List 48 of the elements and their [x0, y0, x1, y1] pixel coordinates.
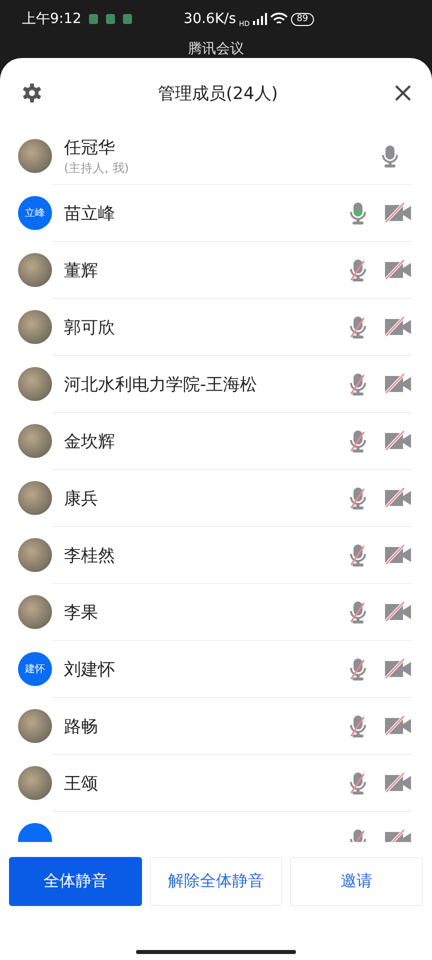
- avatar-photo: [18, 253, 52, 287]
- member-name: 李果: [64, 602, 99, 624]
- camera-off-icon[interactable]: [384, 715, 412, 737]
- avatar-photo: [18, 538, 52, 572]
- settings-icon[interactable]: [22, 83, 42, 103]
- member-name: 河北水利电力学院-王海松: [64, 374, 258, 396]
- avatar-photo: [18, 481, 52, 515]
- member-name: 康兵: [64, 488, 99, 510]
- camera-off-icon[interactable]: [384, 601, 412, 623]
- avatar-photo: [18, 310, 52, 344]
- camera-off-icon[interactable]: [384, 772, 412, 794]
- member-name: 任冠华: [64, 136, 116, 158]
- member-name: 金坎辉: [64, 430, 116, 452]
- wifi-icon: [270, 12, 288, 26]
- camera-off-icon[interactable]: [384, 202, 412, 224]
- avatar-photo: [18, 367, 52, 401]
- camera-off-icon[interactable]: [384, 430, 412, 452]
- member-name: 刘建怀: [64, 658, 116, 680]
- member-name: 王颂: [64, 772, 99, 794]
- action-button[interactable]: 全体静音: [9, 857, 142, 906]
- avatar-photo: [18, 709, 52, 743]
- initials-avatar: 建怀: [18, 652, 52, 686]
- avatar-photo: [18, 595, 52, 629]
- camera-off-icon[interactable]: [384, 373, 412, 395]
- action-button[interactable]: 邀请: [290, 857, 424, 906]
- avatar-photo: [18, 424, 52, 458]
- action-button[interactable]: 解除全体静音: [150, 857, 282, 906]
- camera-off-icon[interactable]: [384, 658, 412, 680]
- member-name: 郭可欣: [64, 316, 116, 338]
- close-icon[interactable]: [394, 84, 412, 102]
- network-speed: 30.6K/s: [184, 11, 236, 27]
- camera-off-icon[interactable]: [384, 259, 412, 281]
- meeting-title: 腾讯会议: [188, 41, 244, 57]
- camera-off-icon[interactable]: [384, 544, 412, 566]
- camera-off-icon[interactable]: [384, 316, 412, 338]
- member-name: 苗立峰: [64, 202, 116, 224]
- member-name: 李桂然: [64, 544, 116, 566]
- initials-avatar: 立峰: [18, 196, 52, 230]
- member-name: 董辉: [64, 260, 99, 282]
- member-name: 路畅: [64, 716, 99, 738]
- signal-icon: [252, 13, 267, 25]
- avatar-photo: [18, 139, 52, 173]
- battery-icon: 89: [290, 12, 314, 26]
- avatar-photo: [18, 766, 52, 800]
- member-role: (主持人, 我): [64, 160, 130, 176]
- sheet-title: 管理成员(24人): [157, 82, 279, 104]
- camera-off-icon[interactable]: [384, 487, 412, 509]
- clock: 上午9:12: [22, 10, 82, 28]
